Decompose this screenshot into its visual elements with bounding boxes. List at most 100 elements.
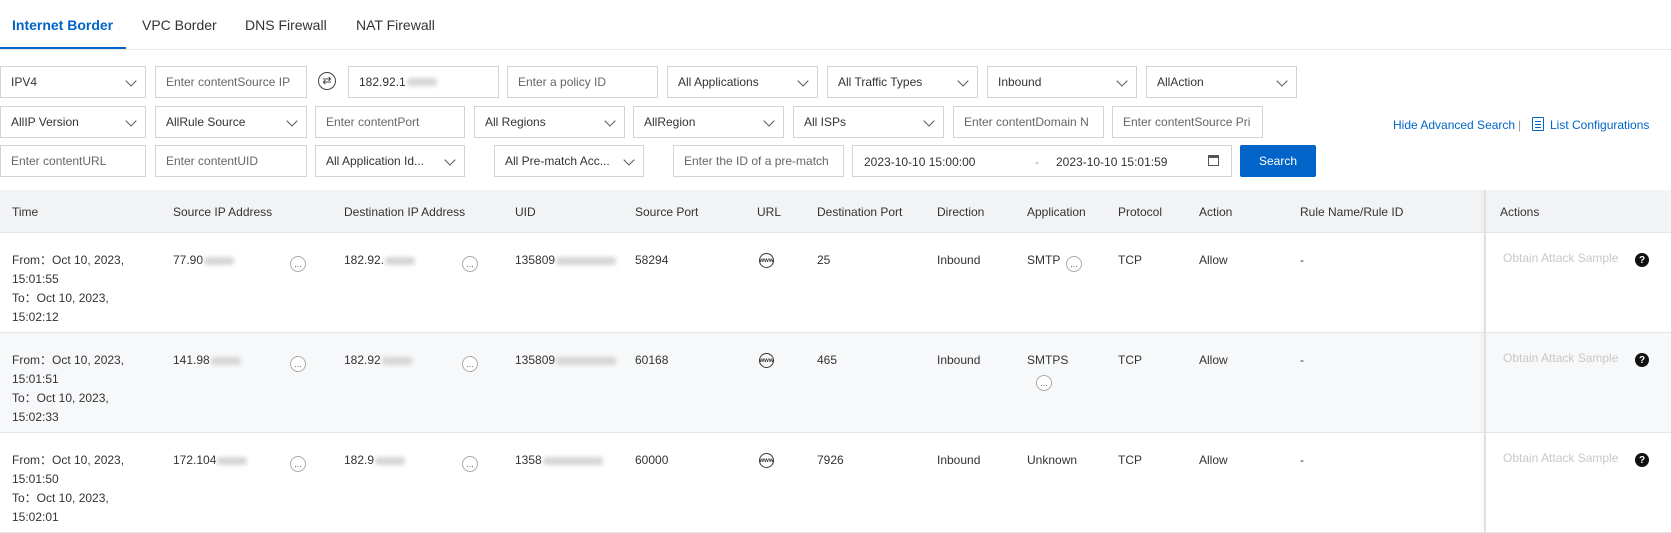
- tab-internet-border[interactable]: Internet Border: [12, 17, 113, 33]
- time-to-clock: 15:02:01: [12, 510, 59, 524]
- application-id-value: All Application Id...: [326, 154, 425, 168]
- hide-advanced-search-link[interactable]: Hide Advanced Search: [1393, 118, 1515, 132]
- question-icon[interactable]: ?: [1635, 453, 1649, 467]
- swap-icon[interactable]: ⇄: [318, 72, 336, 90]
- prematch-value: All Pre-match Acc...: [505, 154, 610, 168]
- direction-select[interactable]: Inbound: [987, 66, 1137, 98]
- obtain-attack-sample-link[interactable]: Obtain Attack Sample: [1503, 351, 1618, 365]
- traffic-types-select[interactable]: All Traffic Types: [827, 66, 978, 98]
- www-globe-icon[interactable]: www: [759, 353, 774, 368]
- tab-nat-firewall[interactable]: NAT Firewall: [356, 17, 435, 33]
- column-header: Destination Port: [817, 205, 903, 219]
- date-to[interactable]: 2023-10-10 15:01:59: [1056, 155, 1167, 169]
- rule-cell: -: [1300, 253, 1304, 267]
- column-header: Actions: [1500, 205, 1540, 219]
- ip-version-select[interactable]: AllIP Version: [0, 106, 146, 138]
- ellipsis-icon[interactable]: ...: [1036, 375, 1052, 391]
- time-from: From：Oct 10, 2023,: [12, 253, 125, 267]
- source-pri-input[interactable]: Enter contentSource Pri: [1112, 106, 1263, 138]
- destination-port-cell: 465: [817, 353, 838, 367]
- applications-value: All Applications: [678, 75, 759, 89]
- isps-select[interactable]: All ISPs: [793, 106, 944, 138]
- column-header: Protocol: [1118, 205, 1163, 219]
- domain-input[interactable]: Enter contentDomain N: [953, 106, 1104, 138]
- time-from-clock: 15:01:55: [12, 272, 59, 286]
- destination-port-cell: 7926: [817, 453, 844, 467]
- table-row: From：Oct 10, 2023, 15:01:55 To：Oct 10, 2…: [0, 233, 1671, 333]
- destination-ip-value: 182.92.: [344, 253, 385, 267]
- applications-select[interactable]: All Applications: [667, 66, 818, 98]
- tab-dns-firewall[interactable]: DNS Firewall: [245, 17, 327, 33]
- destination-ip-cell: 182.92.: [344, 251, 416, 270]
- question-icon[interactable]: ?: [1635, 353, 1649, 367]
- redacted-value: [542, 456, 603, 465]
- www-globe-icon[interactable]: www: [759, 453, 774, 468]
- obtain-attack-sample-link[interactable]: Obtain Attack Sample: [1503, 451, 1618, 465]
- port-input[interactable]: Enter contentPort: [315, 106, 465, 138]
- rule-source-select[interactable]: AllRule Source: [155, 106, 307, 138]
- fixed-column-divider: [1484, 190, 1486, 533]
- time-from-clock: 15:01:51: [12, 372, 59, 386]
- source-ip-value: 141.98: [173, 353, 210, 367]
- ip-type-select[interactable]: IPV4: [0, 66, 146, 98]
- ellipsis-icon[interactable]: ...: [290, 456, 306, 472]
- date-separator: -: [1035, 155, 1039, 169]
- column-header: URL: [757, 205, 782, 219]
- ellipsis-icon[interactable]: ...: [290, 356, 306, 372]
- rule-cell: -: [1300, 453, 1304, 467]
- question-icon[interactable]: ?: [1635, 253, 1649, 267]
- action-select[interactable]: AllAction: [1146, 66, 1297, 98]
- application-cell: SMTP: [1027, 253, 1061, 267]
- direction-cell: Inbound: [937, 353, 981, 367]
- source-port-cell: 58294: [635, 253, 669, 267]
- tab-vpc-border[interactable]: VPC Border: [142, 17, 217, 33]
- prematch-select[interactable]: All Pre-match Acc...: [494, 145, 644, 177]
- table-row: From：Oct 10, 2023, 15:01:50 To：Oct 10, 2…: [0, 433, 1671, 533]
- ellipsis-icon[interactable]: ...: [1066, 256, 1082, 272]
- source-ip-cell: 172.104: [173, 451, 248, 470]
- search-button[interactable]: Search: [1240, 145, 1316, 177]
- list-configurations-link[interactable]: List Configurations: [1550, 118, 1649, 132]
- uid-value: 1358: [515, 453, 542, 467]
- ellipsis-icon[interactable]: ...: [462, 356, 478, 372]
- action-value: AllAction: [1157, 75, 1204, 89]
- time-from-clock: 15:01:50: [12, 472, 59, 486]
- traffic-types-value: All Traffic Types: [838, 75, 923, 89]
- column-header: Destination IP Address: [344, 205, 466, 219]
- list-config-icon[interactable]: [1532, 117, 1544, 131]
- chevron-down-icon: [957, 75, 969, 87]
- uid-input[interactable]: Enter contentUID: [155, 145, 307, 177]
- calendar-icon[interactable]: [1208, 155, 1219, 166]
- redacted-value: [204, 256, 235, 265]
- rule-cell: -: [1300, 353, 1304, 367]
- source-ip-input[interactable]: Enter contentSource IP: [155, 66, 307, 98]
- url-input[interactable]: Enter contentURL: [0, 145, 146, 177]
- uid-cell: 135809: [515, 251, 617, 270]
- chevron-down-icon: [1116, 75, 1128, 87]
- prematch-id-input[interactable]: Enter the ID of a pre-match: [673, 145, 844, 177]
- protocol-cell: TCP: [1118, 253, 1142, 267]
- www-globe-icon[interactable]: www: [759, 253, 774, 268]
- policy-id-input[interactable]: Enter a policy ID: [507, 66, 658, 98]
- time-from: From：Oct 10, 2023,: [12, 353, 125, 367]
- ellipsis-icon[interactable]: ...: [462, 456, 478, 472]
- redacted-value: [217, 456, 248, 465]
- source-ip-placeholder: Enter contentSource IP: [166, 75, 291, 89]
- chevron-down-icon: [604, 115, 616, 127]
- destination-ip-input[interactable]: 182.92.1: [348, 66, 499, 98]
- direction-value: Inbound: [998, 75, 1042, 89]
- rule-source-value: AllRule Source: [166, 115, 246, 129]
- protocol-cell: TCP: [1118, 453, 1142, 467]
- source-ip-value: 77.90: [173, 253, 204, 267]
- ellipsis-icon[interactable]: ...: [462, 256, 478, 272]
- time-to-clock: 15:02:33: [12, 410, 59, 424]
- column-header: Action: [1199, 205, 1233, 219]
- ellipsis-icon[interactable]: ...: [290, 256, 306, 272]
- time-from: From：Oct 10, 2023,: [12, 453, 125, 467]
- regions-select[interactable]: All Regions: [474, 106, 625, 138]
- date-from[interactable]: 2023-10-10 15:00:00: [864, 155, 975, 169]
- obtain-attack-sample-link[interactable]: Obtain Attack Sample: [1503, 251, 1618, 265]
- region-select[interactable]: AllRegion: [633, 106, 784, 138]
- application-id-select[interactable]: All Application Id...: [315, 145, 465, 177]
- date-range-picker[interactable]: 2023-10-10 15:00:00 - 2023-10-10 15:01:5…: [852, 145, 1232, 177]
